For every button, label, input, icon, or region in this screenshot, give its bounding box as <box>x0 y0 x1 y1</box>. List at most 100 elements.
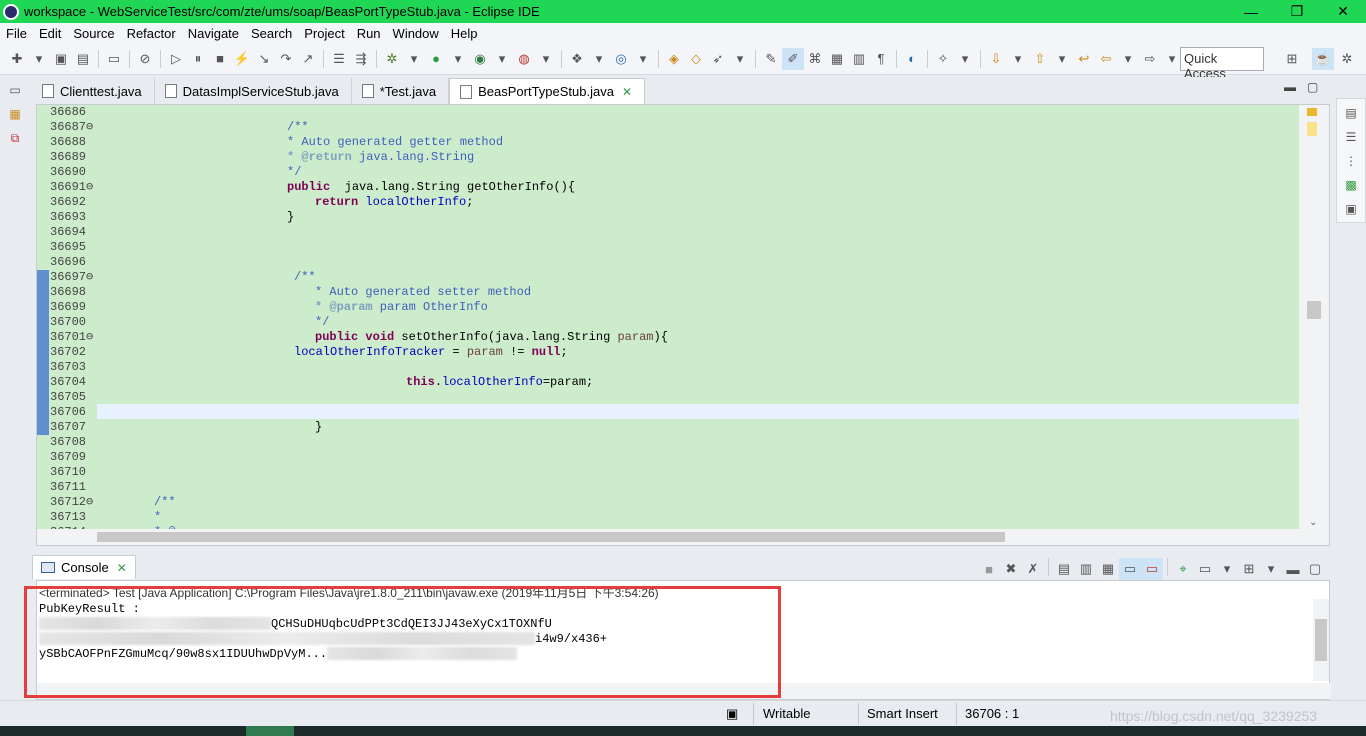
next-annotation-icon[interactable]: ⇩ <box>985 48 1007 70</box>
remove-all-terminated-icon[interactable]: ✗ <box>1022 558 1044 580</box>
dropdown-icon[interactable]: ▾ <box>632 48 654 70</box>
menu-edit[interactable]: Edit <box>33 26 67 41</box>
dropdown-icon[interactable]: ▾ <box>1260 558 1282 580</box>
dropdown-icon[interactable]: ▾ <box>729 48 751 70</box>
status-icon[interactable]: ▣ <box>726 706 738 722</box>
external-tools-icon[interactable]: ◍ <box>513 48 535 70</box>
close-tab-icon[interactable]: ✕ <box>622 85 632 99</box>
menu-project[interactable]: Project <box>298 26 350 41</box>
skip-breakpoints-icon[interactable]: ⊘ <box>134 48 156 70</box>
overview-warning-icon[interactable] <box>1307 108 1317 116</box>
scroll-thumb[interactable] <box>1307 301 1321 319</box>
search-icon[interactable]: ➶ <box>707 48 729 70</box>
open-console-icon[interactable]: ⊞ <box>1238 558 1260 580</box>
debug-icon[interactable]: ✲ <box>381 48 403 70</box>
outline-icon[interactable]: ▤ <box>1341 103 1361 123</box>
toggle-mark-occurrences-icon[interactable]: ✎ <box>760 48 782 70</box>
coverage-icon[interactable]: ☰ <box>328 48 350 70</box>
save-icon[interactable]: ▣ <box>50 48 72 70</box>
tab-test[interactable]: *Test.java <box>352 78 450 104</box>
editor-horizontal-scrollbar[interactable] <box>37 529 1329 545</box>
resume-icon[interactable]: ▷ <box>165 48 187 70</box>
annotation-icon[interactable]: ✧ <box>932 48 954 70</box>
close-button[interactable]: ✕ <box>1320 0 1366 23</box>
step-return-icon[interactable]: ↗ <box>297 48 319 70</box>
properties-icon[interactable]: ▣ <box>1341 199 1361 219</box>
code-content[interactable]: /** * Auto generated getter method * @re… <box>97 105 1297 540</box>
highlight-icon[interactable]: ✐ <box>782 47 804 70</box>
editor-vertical-scrollbar[interactable]: ⌃ ⌄ <box>1299 105 1329 530</box>
menu-refactor[interactable]: Refactor <box>121 26 182 41</box>
new-icon[interactable]: ✚ <box>6 48 28 70</box>
display-console-icon[interactable]: ▭ <box>1194 558 1216 580</box>
suspend-icon[interactable]: ⏸ <box>187 48 209 70</box>
menu-file[interactable]: File <box>0 26 33 41</box>
console-view-icon[interactable]: ▭ <box>103 48 125 70</box>
menu-help[interactable]: Help <box>445 26 484 41</box>
back-icon[interactable]: ⇦ <box>1095 48 1117 70</box>
new-java-project-icon[interactable]: ❖ <box>566 48 588 70</box>
scroll-down-icon[interactable]: ⌄ <box>1309 517 1317 528</box>
pin-console-icon[interactable]: ⌖ <box>1172 558 1194 580</box>
dropdown-icon[interactable]: ▾ <box>491 48 513 70</box>
scroll-thumb[interactable] <box>1315 619 1327 661</box>
debug-perspective-icon[interactable]: ✲ <box>1336 48 1358 70</box>
use-step-filters-icon[interactable]: ⇶ <box>350 48 372 70</box>
hierarchy-icon[interactable]: ⋮ <box>1341 151 1361 171</box>
package-explorer-icon[interactable]: ▦ <box>5 104 25 124</box>
menu-source[interactable]: Source <box>67 26 120 41</box>
word-wrap-icon[interactable]: ▦ <box>1097 558 1119 580</box>
restore-icon[interactable]: ▭ <box>5 80 25 100</box>
minimize-button[interactable]: — <box>1228 0 1274 23</box>
overview-ruler-mark[interactable] <box>1307 122 1317 136</box>
menu-run[interactable]: Run <box>351 26 387 41</box>
previous-annotation-icon[interactable]: ⇧ <box>1029 48 1051 70</box>
dropdown-icon[interactable]: ▾ <box>447 48 469 70</box>
map-icon[interactable]: ▩ <box>1341 175 1361 195</box>
globe-icon[interactable]: ◐ <box>901 48 923 70</box>
run-icon[interactable]: ● <box>425 48 447 70</box>
code-editor[interactable]: 36686 36687⊖ 36688 36689 36690 36691⊖ 36692 366… <box>36 104 1330 546</box>
minimize-console-icon[interactable]: ▬ <box>1282 558 1304 580</box>
open-perspective-icon[interactable]: ⊞ <box>1281 48 1303 70</box>
new-class-icon[interactable]: ◎ <box>610 48 632 70</box>
dropdown-icon[interactable]: ▾ <box>1117 48 1139 70</box>
terminate-icon[interactable]: ■ <box>209 48 231 70</box>
open-type-icon[interactable]: ◈ <box>663 48 685 70</box>
step-into-icon[interactable]: ↘ <box>253 48 275 70</box>
console-vertical-scrollbar[interactable] <box>1313 599 1329 681</box>
dropdown-icon[interactable]: ▾ <box>403 48 425 70</box>
console-output[interactable]: <terminated> Test [Java Application] C:\… <box>36 580 1331 700</box>
clear-console-icon[interactable]: ▤ <box>1053 558 1075 580</box>
save-all-icon[interactable]: ▤ <box>72 48 94 70</box>
last-edit-icon[interactable]: ↩ <box>1073 48 1095 70</box>
dropdown-icon[interactable]: ▾ <box>954 48 976 70</box>
terminate-icon[interactable]: ■ <box>978 558 1000 580</box>
show-on-stderr-icon[interactable]: ▭ <box>1141 558 1163 580</box>
tab-beasporttypestub[interactable]: BeasPortTypeStub.java ✕ <box>449 78 646 104</box>
word-wrap-icon[interactable]: ▦ <box>826 48 848 70</box>
open-task-icon[interactable]: ◇ <box>685 48 707 70</box>
maximize-console-icon[interactable]: ▢ <box>1304 558 1326 580</box>
dropdown-icon[interactable]: ▾ <box>28 48 50 70</box>
coverage-run-icon[interactable]: ◉ <box>469 48 491 70</box>
tab-console[interactable]: Console ✕ <box>32 555 136 579</box>
java-perspective-icon[interactable]: ☕ <box>1312 48 1334 70</box>
show-on-stdout-icon[interactable]: ▭ <box>1119 558 1141 580</box>
dropdown-icon[interactable]: ▾ <box>1216 558 1238 580</box>
console-horizontal-scrollbar[interactable] <box>37 683 1331 699</box>
taskbar-active-app[interactable] <box>246 726 294 736</box>
dropdown-icon[interactable]: ▾ <box>1007 48 1029 70</box>
show-whitespace-icon[interactable]: ▥ <box>848 48 870 70</box>
menu-window[interactable]: Window <box>387 26 445 41</box>
step-over-icon[interactable]: ↷ <box>275 48 297 70</box>
console-text[interactable]: PubKeyResult : QCHSuDHUqbcUdPPt3CdQEI3JJ… <box>39 602 607 662</box>
pilcrow-icon[interactable]: ¶ <box>870 48 892 70</box>
dropdown-icon[interactable]: ▾ <box>588 48 610 70</box>
menu-search[interactable]: Search <box>245 26 298 41</box>
quick-access-input[interactable]: Quick Access <box>1180 47 1264 81</box>
forward-icon[interactable]: ⇨ <box>1139 48 1161 70</box>
disconnect-icon[interactable]: ⚡ <box>231 48 253 70</box>
close-console-icon[interactable]: ✕ <box>117 561 127 575</box>
dropdown-icon[interactable]: ▾ <box>535 48 557 70</box>
